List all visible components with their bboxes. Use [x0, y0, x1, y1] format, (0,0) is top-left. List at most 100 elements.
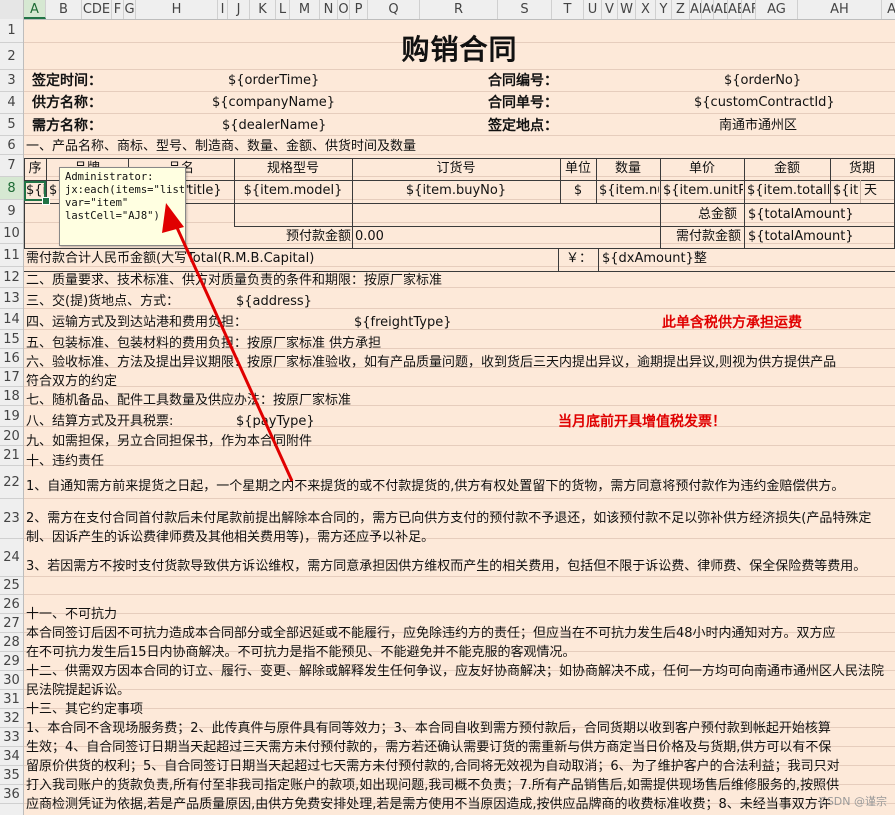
column-header-z[interactable]: Z	[672, 0, 690, 19]
row-header-16[interactable]: 16	[0, 349, 23, 368]
gridline	[24, 113, 895, 114]
column-header-x[interactable]: X	[636, 0, 656, 19]
cell-unit-price[interactable]: ${item.unitPri	[663, 181, 743, 201]
row-header-24[interactable]: 24	[0, 539, 23, 577]
row-header-20[interactable]: 20	[0, 427, 23, 446]
rmb-total-label: 需付款合计人民币金额(大写Total(R.M.B.Capital)	[26, 251, 315, 266]
comment-line: jx:each(items="list"	[65, 184, 192, 196]
worksheet-grid[interactable]: 购销合同 签定时间： ${orderTime} 合同编号： ${orderNo}…	[24, 19, 895, 815]
row-header-7[interactable]: 7	[0, 155, 23, 177]
column-header-ac[interactable]: AC	[702, 0, 714, 19]
sign-place-value[interactable]: 南通市通州区	[719, 116, 797, 136]
row-header-6[interactable]: 6	[0, 136, 23, 155]
row-header-30[interactable]: 30	[0, 671, 23, 690]
row-header-26[interactable]: 26	[0, 595, 23, 614]
dx-amount-value[interactable]: ${dxAmount}整	[602, 249, 707, 269]
cell-order-no[interactable]: ${item.buyNo}	[352, 181, 560, 201]
column-header-l[interactable]: L	[276, 0, 290, 19]
supplier-value[interactable]: ${companyName}	[212, 93, 335, 113]
row-header-36[interactable]: 36	[0, 785, 23, 804]
demander-value[interactable]: ${dealerName}	[222, 116, 326, 136]
column-header-n[interactable]: N	[320, 0, 338, 19]
row-header-1[interactable]: 1	[0, 19, 23, 43]
row-header-3[interactable]: 3	[0, 70, 23, 92]
cell-comment-note: Administrator: jx:each(items="list" var=…	[59, 167, 192, 246]
row-header-23[interactable]: 23	[0, 499, 23, 539]
column-header-ai[interactable]: AI	[882, 0, 895, 19]
column-header-q[interactable]: Q	[368, 0, 420, 19]
column-header-o[interactable]: O	[338, 0, 350, 19]
cell-model[interactable]: ${item.model}	[234, 181, 352, 201]
row-header-4[interactable]: 4	[0, 92, 23, 114]
column-header-g[interactable]: G	[124, 0, 136, 19]
row-header-9[interactable]: 9	[0, 200, 23, 223]
column-header-f[interactable]: F	[112, 0, 124, 19]
column-header-s[interactable]: S	[498, 0, 552, 19]
column-header-i[interactable]: I	[218, 0, 228, 19]
section-1: 一、产品名称、商标、型号、制造商、数量、金额、供货时间及数量	[26, 139, 417, 154]
column-header-ae[interactable]: AE	[728, 0, 742, 19]
column-header-y[interactable]: Y	[656, 0, 672, 19]
select-all-corner[interactable]	[0, 0, 24, 19]
row-header-32[interactable]: 32	[0, 709, 23, 728]
row-header-15[interactable]: 15	[0, 330, 23, 349]
sign-time-value[interactable]: ${orderTime}	[228, 71, 319, 91]
row-header-19[interactable]: 19	[0, 406, 23, 427]
column-header-m[interactable]: M	[290, 0, 320, 19]
column-header-ab[interactable]: AB	[690, 0, 702, 19]
column-header-t[interactable]: T	[552, 0, 584, 19]
cell-unit[interactable]: $	[560, 181, 596, 201]
row-header-10[interactable]: 10	[0, 223, 23, 244]
row-header-21[interactable]: 21	[0, 446, 23, 466]
section-8-value[interactable]: ${payType}	[236, 412, 315, 432]
prepay-amount-value[interactable]: 0.00	[355, 227, 384, 247]
cell-amount[interactable]: ${item.totalPr	[747, 181, 829, 201]
row-header-31[interactable]: 31	[0, 690, 23, 709]
section-3-value[interactable]: ${address}	[236, 292, 312, 312]
cell-qty[interactable]: ${item.nu	[599, 181, 659, 201]
column-header-ad[interactable]: AD	[714, 0, 728, 19]
contract-single-value[interactable]: ${customContractId}	[694, 93, 835, 113]
row-header-11[interactable]: 11	[0, 244, 23, 267]
column-header-k[interactable]: K	[250, 0, 276, 19]
section-4-value[interactable]: ${freightType}	[354, 313, 452, 333]
row-header-8[interactable]: 8	[0, 177, 23, 200]
need-pay-value[interactable]: ${totalAmount}	[748, 227, 854, 247]
fill-handle[interactable]	[42, 197, 50, 205]
row-header-2[interactable]: 2	[0, 43, 23, 70]
row-header-29[interactable]: 29	[0, 652, 23, 671]
column-header-ah[interactable]: AH	[798, 0, 882, 19]
row-header-34[interactable]: 34	[0, 747, 23, 766]
column-header-v[interactable]: V	[602, 0, 618, 19]
column-header-p[interactable]: P	[350, 0, 368, 19]
column-header-b[interactable]: B	[46, 0, 82, 19]
row-header-27[interactable]: 27	[0, 614, 23, 633]
gridline	[24, 465, 895, 466]
column-header-u[interactable]: U	[584, 0, 602, 19]
column-header-j[interactable]: J	[228, 0, 250, 19]
row-header-33[interactable]: 33	[0, 728, 23, 747]
row-header-18[interactable]: 18	[0, 387, 23, 406]
column-header-r[interactable]: R	[420, 0, 498, 19]
row-header-12[interactable]: 12	[0, 267, 23, 288]
column-header-cde[interactable]: CDE	[82, 0, 112, 19]
column-header-w[interactable]: W	[618, 0, 636, 19]
row-header-28[interactable]: 28	[0, 633, 23, 652]
table-border	[860, 180, 861, 203]
column-header-af[interactable]: AF	[742, 0, 756, 19]
clause-33: 生效；4、自合同签订日期当天起超过三天需方未付预付款的，需方若还确认需要订货的需…	[26, 740, 832, 755]
total-amount-value[interactable]: ${totalAmount}	[748, 205, 854, 225]
cell-product-name[interactable]: title}	[188, 181, 222, 201]
column-header-ag[interactable]: AG	[756, 0, 798, 19]
row-header-25[interactable]: 25	[0, 577, 23, 595]
column-header-a[interactable]: A	[24, 0, 46, 19]
contract-no-value[interactable]: ${orderNo}	[724, 71, 801, 91]
row-header-14[interactable]: 14	[0, 309, 23, 330]
row-header-22[interactable]: 22	[0, 466, 23, 499]
row-header-17[interactable]: 17	[0, 368, 23, 387]
row-header-35[interactable]: 35	[0, 766, 23, 785]
row-header-5[interactable]: 5	[0, 114, 23, 136]
row-header-13[interactable]: 13	[0, 288, 23, 309]
column-header-h[interactable]: H	[136, 0, 218, 19]
cell-delivery[interactable]: ${it	[833, 181, 861, 201]
